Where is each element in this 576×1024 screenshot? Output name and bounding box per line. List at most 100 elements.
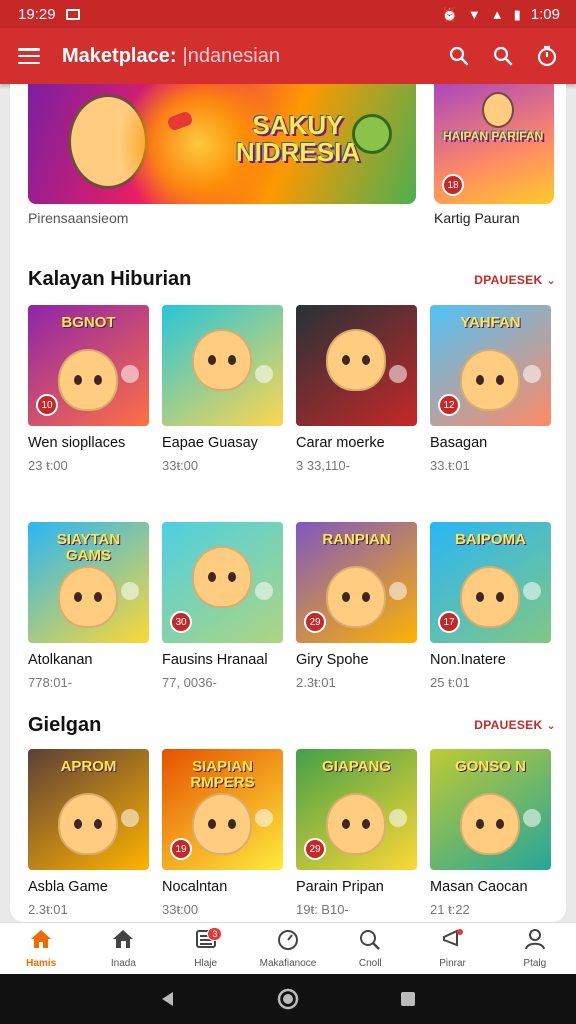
game-grid: SIAYTAN GAMS Atolkanan 778:01- 30 Fausins Hr…	[28, 522, 556, 690]
bear-fighter-art[interactable]	[296, 305, 417, 426]
game-card[interactable]: BGNOT 10 Wen siopllaces 23 ŧ:00	[28, 305, 149, 473]
game-art-title: SIAPIAN RMPERS	[190, 758, 255, 791]
battery-icon: ▮	[513, 6, 521, 22]
decor-shape	[389, 809, 407, 827]
game-meta: 3 33,110-	[296, 458, 350, 473]
bottom-navigation: Hamis Inada 3 Hlaje Makafianoce Cnoll Pinrar Pt…	[0, 922, 576, 974]
pets-game-art[interactable]: BAIPOMA 17	[430, 522, 551, 643]
team-game-art[interactable]: YAHFAN 12	[430, 305, 551, 426]
game-card[interactable]: BAIPOMA 17 Non.Inatere 25 ŧ:01	[430, 522, 551, 690]
banner-main-caption: Pirensaansieom	[28, 210, 129, 226]
nav-item-store[interactable]: Inada	[82, 923, 164, 974]
banner-side-caption: Kartig Pauran	[434, 210, 520, 226]
nav-label: Hamis	[26, 958, 57, 969]
banner-side-text: HAIPAN PARIFAN	[442, 129, 544, 143]
teddy-bear-art[interactable]: 30	[162, 522, 283, 643]
game-meta: 77, 0036-	[162, 675, 217, 690]
game-art-title: BAIPOMA	[455, 531, 526, 548]
nav-item-list[interactable]: 3 Hlaje	[165, 923, 247, 974]
decor-shape	[121, 582, 139, 600]
search-icon[interactable]	[448, 45, 470, 67]
see-more-link[interactable]: DPAUESEK ⌄	[474, 273, 556, 287]
game-card[interactable]: GONSO N Masan Caocan 21 ŧ:22	[430, 749, 551, 917]
system-navigation	[0, 974, 576, 1024]
animals-game-art[interactable]: SIAYTAN GAMS	[28, 522, 149, 643]
boy-game-art[interactable]	[162, 305, 283, 426]
game-card[interactable]: SIAPIAN RMPERS 19 Nocalntan 33ŧ:00	[162, 749, 283, 917]
wifi-icon: ▼	[467, 6, 481, 22]
decor-shape	[121, 809, 139, 827]
app-bar: Maketplace: |ndanesian	[0, 28, 576, 84]
banner-carousel: SAKUY NIDRESIA HAIPAN PARIFAN 18 Pirensa…	[10, 84, 566, 234]
back-icon[interactable]	[159, 990, 177, 1008]
status-time: 19:29	[18, 5, 56, 23]
kids-game-art[interactable]: GIAPANG 29	[296, 749, 417, 870]
bear-game-art[interactable]: BGNOT 10	[28, 305, 149, 426]
timer-icon[interactable]	[536, 45, 558, 67]
battle-game-art[interactable]: SIAPIAN RMPERS 19	[162, 749, 283, 870]
game-meta: 23 ŧ:00	[28, 458, 68, 473]
nav-item-megaphone[interactable]: Pinrar	[411, 923, 493, 974]
game-card[interactable]: RANPIAN 29 Giry Spohe 2.3ŧ:01	[296, 522, 417, 690]
home-circle-icon[interactable]	[276, 987, 300, 1011]
game-card[interactable]: SIAYTAN GAMS Atolkanan 778:01-	[28, 522, 149, 690]
promo-banner-side[interactable]: HAIPAN PARIFAN 18	[434, 84, 554, 204]
search-alt-icon[interactable]	[492, 45, 514, 67]
game-title: Masan Caocan	[430, 879, 528, 895]
character-art	[192, 793, 252, 855]
friends-game-art[interactable]: GONSO N	[430, 749, 551, 870]
game-title: Wen siopllaces	[28, 435, 126, 451]
app-subtitle: |ndanesian	[182, 44, 281, 67]
game-meta: 2.3ŧ:01	[28, 902, 68, 917]
character-art	[58, 566, 118, 628]
content-sheet: SAKUY NIDRESIA HAIPAN PARIFAN 18 Pirensa…	[10, 84, 566, 922]
decor-shape	[255, 582, 273, 600]
promo-banner-main[interactable]: SAKUY NIDRESIA	[28, 84, 416, 204]
game-grid: BGNOT 10 Wen siopllaces 23 ŧ:00 Eapae Guasay…	[28, 305, 556, 473]
game-meta: 33.ŧ:01	[430, 458, 470, 473]
age-badge: 29	[304, 611, 326, 633]
game-card[interactable]: Carar moerke 3 33,110-	[296, 305, 417, 473]
game-title: Nocalntan	[162, 879, 228, 895]
nav-item-speedometer[interactable]: Makafianoce	[247, 923, 329, 974]
game-title: Giry Spohe	[296, 652, 369, 668]
decor-shape	[121, 365, 139, 383]
game-meta: 33ŧ:00	[162, 902, 199, 917]
game-card[interactable]: 30 Fausins Hranaal 77, 0036-	[162, 522, 283, 690]
game-meta: 21 ŧ:22	[430, 902, 470, 917]
see-more-link[interactable]: DPAUESEK ⌄	[474, 718, 556, 732]
game-title: Eapae Guasay	[162, 435, 258, 451]
game-art-title: GIAPANG	[322, 758, 391, 775]
game-art-title: APROM	[60, 758, 117, 775]
heroes-game-art[interactable]: APROM	[28, 749, 149, 870]
nav-item-home[interactable]: Hamis	[0, 923, 82, 974]
banner-main-text: SAKUY NIDRESIA	[235, 110, 361, 168]
game-card[interactable]: APROM Asbla Game 2.3ŧ:01	[28, 749, 149, 917]
game-card[interactable]: Eapae Guasay 33ŧ:00	[162, 305, 283, 473]
game-card[interactable]: GIAPANG 29 Parain Pripan 19ŧ: B10-	[296, 749, 417, 917]
battery-level: 1:09	[530, 5, 560, 23]
nav-label: Inada	[110, 958, 136, 969]
nav-label: Ptalg	[523, 958, 547, 969]
decor-shape	[523, 582, 541, 600]
character-art	[460, 793, 520, 855]
game-meta: 19ŧ: B10-	[296, 902, 349, 917]
see-more-label: DPAUESEK	[474, 273, 543, 287]
game-art-title: YAHFAN	[460, 314, 521, 331]
app-title: Maketplace:	[62, 44, 177, 67]
game-meta: 2.3ŧ:01	[296, 675, 336, 690]
decor-shape	[255, 365, 273, 383]
speedometer-icon	[276, 928, 300, 955]
character-art	[326, 566, 386, 628]
runner-game-art[interactable]: RANPIAN 29	[296, 522, 417, 643]
recents-icon[interactable]	[399, 990, 417, 1008]
nav-item-search[interactable]: Cnoll	[329, 923, 411, 974]
game-title: Carar moerke	[296, 435, 385, 451]
menu-icon[interactable]	[18, 48, 40, 64]
game-card[interactable]: YAHFAN 12 Basagan 33.ŧ:01	[430, 305, 551, 473]
game-art-title: BGNOT	[61, 314, 116, 331]
store-icon	[111, 928, 135, 955]
game-meta: 778:01-	[28, 675, 73, 690]
character-art	[192, 329, 252, 391]
nav-item-person[interactable]: Ptalg	[494, 923, 576, 974]
